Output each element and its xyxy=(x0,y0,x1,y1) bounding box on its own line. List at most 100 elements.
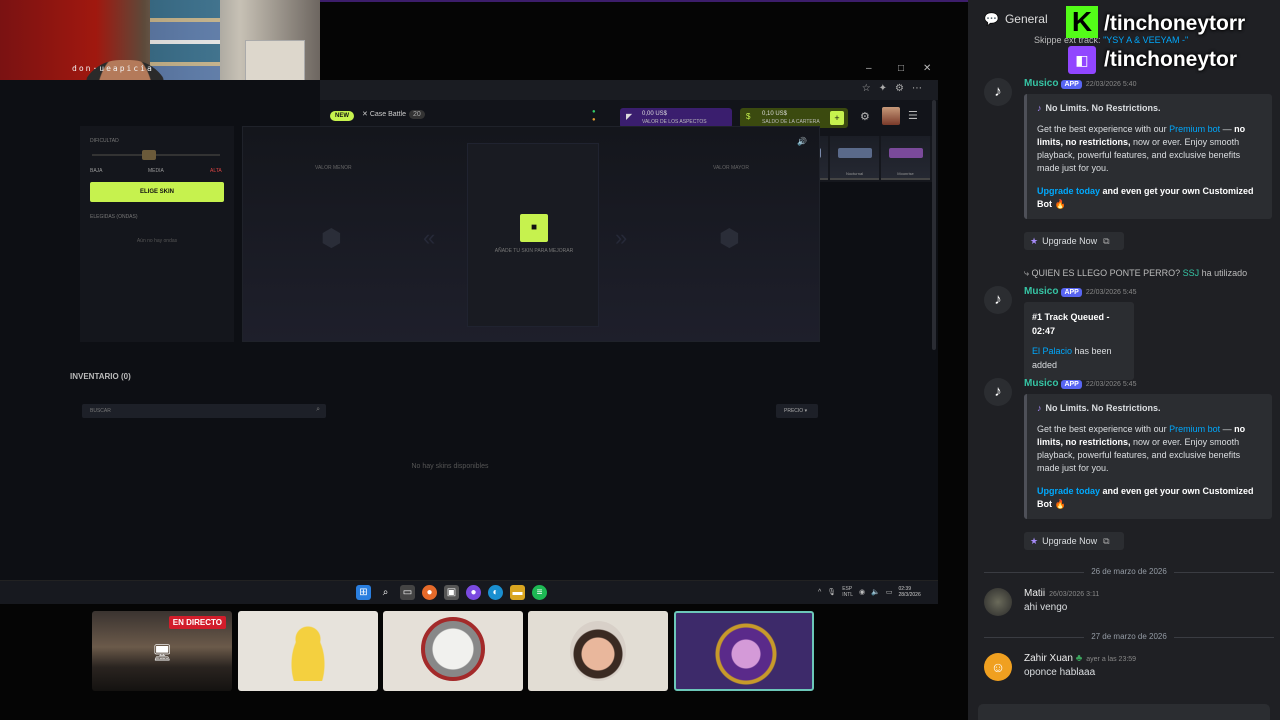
search-icon[interactable]: ⌕ xyxy=(378,585,393,600)
clock[interactable]: 02:39 28/3/2026 xyxy=(898,586,920,598)
chevrons-left-icon: « xyxy=(423,225,436,250)
screen: don·ueapicia – □ ✕ ☆✦⚙⋯ NEW ✕ Case Battl… xyxy=(0,0,1280,720)
skin-card[interactable]: Nocturnal xyxy=(830,136,879,180)
start-icon[interactable]: ⊞ xyxy=(356,585,371,600)
sort-price-dropdown[interactable]: PRECIO ▾ xyxy=(776,404,818,418)
discord-default-avatar-icon[interactable]: ☺ xyxy=(984,653,1012,681)
skins-value-wallet[interactable]: ◤ 0,00 US$ VALOR DE LOS ASPECTOS xyxy=(620,108,732,128)
upgrade-link[interactable]: Upgrade today xyxy=(1037,186,1100,196)
star-icon: ★ xyxy=(1030,536,1039,546)
value-lower-label: VALOR MENOR xyxy=(315,165,352,171)
difficulty-slider[interactable] xyxy=(92,154,220,156)
embed-text: — xyxy=(1220,124,1235,134)
battery-icon[interactable]: ▭ xyxy=(886,588,893,596)
author-name[interactable]: Musico xyxy=(1024,78,1058,89)
thumbnail-live[interactable]: EN DIRECTO 🖥 xyxy=(92,611,232,691)
author-line: Zahir Xuan ♣ ayer a las 23:59 xyxy=(1024,653,1136,664)
close-window-button[interactable]: ✕ xyxy=(923,63,931,74)
settings-gear-icon[interactable]: ⚙ xyxy=(860,110,870,123)
new-badge: NEW xyxy=(330,111,354,121)
ring-image xyxy=(421,617,485,681)
channel-header[interactable]: 💬 General xyxy=(984,12,1048,26)
difficulty-slider-handle[interactable] xyxy=(142,150,156,160)
folder-icon[interactable]: ▬ xyxy=(510,585,525,600)
case-battle-link[interactable]: ✕ Case Battle 20 xyxy=(362,110,425,119)
volume-icon[interactable]: 🔈 xyxy=(871,588,880,596)
discord-icon[interactable]: ● xyxy=(466,585,481,600)
embed-cta: Upgrade today and even get your own Cust… xyxy=(1037,185,1262,211)
author-line: Musico APP 22/03/2026 5:45 xyxy=(1024,378,1136,389)
menu-icon[interactable]: ☰ xyxy=(908,109,918,122)
windows-taskbar: ⊞ ⌕ ▭ ● ▣ ● ◐ ▬ ≡ ^ 🎙 ESP INTL ◉ 🔈 ▭ 02:3… xyxy=(0,580,938,604)
author-name[interactable]: Matii xyxy=(1024,588,1045,599)
app-tag: APP xyxy=(1061,80,1082,89)
music-note-icon: ♪ xyxy=(1037,403,1042,413)
coin-dot-icon: ● xyxy=(592,117,596,123)
date-divider: 26 de marzo de 2026 xyxy=(984,567,1274,577)
value-higher-label: VALOR MAYOR xyxy=(713,165,749,171)
microphone-icon[interactable]: 🎙 xyxy=(827,588,836,596)
reply-reference[interactable]: ⤷ QUIEN ES LLEGO PONTE PERRO? SSJ ha uti… xyxy=(1024,268,1247,279)
weapon-icon xyxy=(838,148,872,158)
close-icon: ✕ xyxy=(362,111,370,118)
search-placeholder: BUSCAR xyxy=(90,408,111,414)
thumbnail-duck[interactable] xyxy=(238,611,378,691)
accent-line xyxy=(320,0,968,2)
timestamp: 22/03/2026 5:40 xyxy=(1085,81,1137,88)
inventory-search-input[interactable]: BUSCAR ⌕ xyxy=(82,404,326,418)
bot-avatar-icon[interactable]: ♪ xyxy=(984,78,1012,106)
spotify-icon[interactable]: ≡ xyxy=(532,585,547,600)
skins-value-label: VALOR DE LOS ASPECTOS xyxy=(642,119,707,125)
language-indicator[interactable]: ESP INTL xyxy=(842,586,853,598)
author-line: Musico APP 22/03/2026 5:40 xyxy=(1024,78,1136,89)
task-view-icon[interactable]: ▭ xyxy=(400,585,415,600)
store-icon[interactable]: ▣ xyxy=(444,585,459,600)
author-name[interactable]: Musico xyxy=(1024,286,1058,297)
upgrade-link[interactable]: Upgrade today xyxy=(1037,486,1100,496)
premium-link[interactable]: Premium bot xyxy=(1169,424,1220,434)
reply-user: SSJ xyxy=(1182,268,1200,278)
app-tag: APP xyxy=(1061,288,1082,297)
sound-icon[interactable]: 🔊 xyxy=(797,137,807,146)
message-input[interactable] xyxy=(978,704,1270,720)
baby-image xyxy=(570,621,626,681)
choose-skin-button[interactable]: ELIGE SKIN xyxy=(90,182,224,202)
maximize-button[interactable]: □ xyxy=(898,63,904,74)
add-skin-button[interactable]: ■ xyxy=(520,214,548,242)
thumbnail-anime[interactable] xyxy=(674,611,814,691)
user-avatar-matii[interactable] xyxy=(984,588,1012,616)
thumbnail-ring[interactable] xyxy=(383,611,523,691)
user-avatar[interactable] xyxy=(882,107,900,125)
author-name[interactable]: Zahir Xuan xyxy=(1024,653,1073,664)
upgrade-target-box: ■ AÑADE TU SKIN PARA MEJORAR xyxy=(467,143,599,327)
case-battle-label: Case Battle xyxy=(369,111,406,118)
minimize-button[interactable]: – xyxy=(866,63,872,74)
firefox-icon[interactable]: ● xyxy=(422,585,437,600)
timestamp: 26/03/2026 3:11 xyxy=(1049,591,1100,598)
twitch-logo-icon: ◧ xyxy=(1068,46,1096,74)
thumbnail-baby[interactable] xyxy=(528,611,668,691)
promo-embed: ♪ No Limits. No Restrictions. Get the bes… xyxy=(1024,394,1272,519)
track-embed: #1 Track Queued - 02:47 El Palacio has b… xyxy=(1024,302,1134,380)
skin-card[interactable]: Moonrise xyxy=(881,136,930,180)
reply-text: QUIEN ES LLEGO PONTE PERRO? xyxy=(1031,268,1181,278)
balance-wallet[interactable]: $ 0,10 US$ SALDO DE LA CARTERA + xyxy=(740,108,848,128)
embed-body: Get the best experience with our Premium… xyxy=(1037,423,1262,475)
author-name[interactable]: Musico xyxy=(1024,378,1058,389)
track-name[interactable]: El Palacio xyxy=(1032,346,1072,356)
external-link-icon: ⧉ xyxy=(1103,236,1110,246)
premium-link[interactable]: Premium bot xyxy=(1169,124,1220,134)
edge-icon[interactable]: ◐ xyxy=(488,585,503,600)
page-scrollbar[interactable] xyxy=(932,100,936,350)
chevron-up-icon[interactable]: ^ xyxy=(818,589,821,596)
browser-extension-icons[interactable]: ☆✦⚙⋯ xyxy=(862,83,930,94)
bot-avatar-icon[interactable]: ♪ xyxy=(984,378,1012,406)
upgrade-now-button[interactable]: ★ Upgrade Now ⧉ xyxy=(1024,532,1124,550)
upgrade-now-button[interactable]: ★ Upgrade Now ⧉ xyxy=(1024,232,1124,250)
date-divider: 27 de marzo de 2026 xyxy=(984,632,1274,642)
bot-avatar-icon[interactable]: ♪ xyxy=(984,286,1012,314)
online-dot-icon: ● xyxy=(592,109,596,115)
add-funds-button[interactable]: + xyxy=(830,111,844,125)
level-low: BAJA xyxy=(90,168,103,174)
network-icon[interactable]: ◉ xyxy=(859,588,865,596)
